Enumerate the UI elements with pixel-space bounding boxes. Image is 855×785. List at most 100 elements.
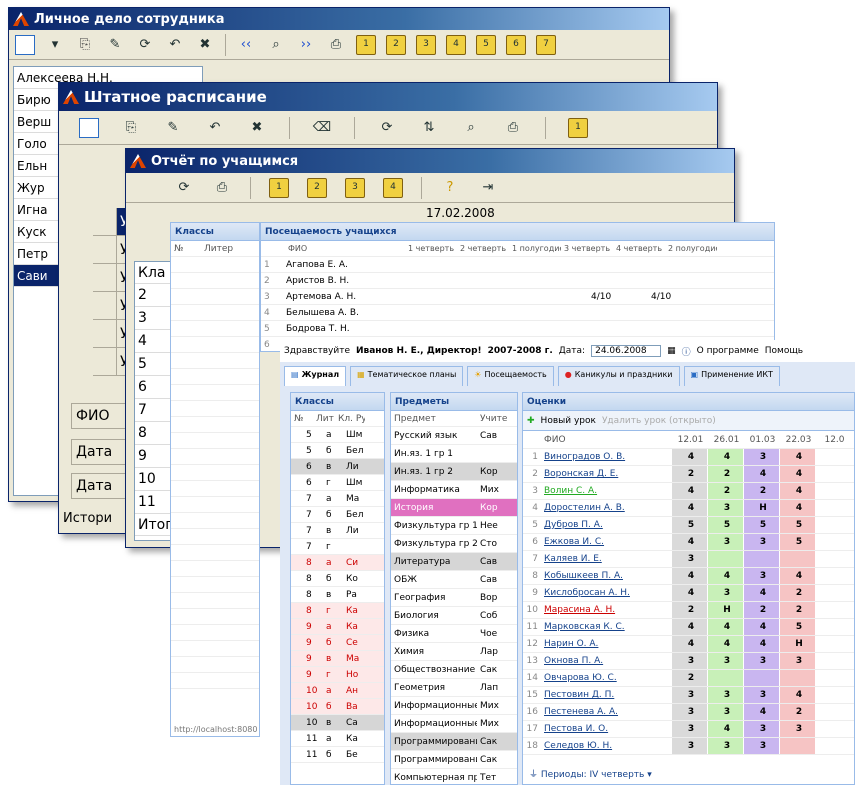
table-row[interactable]: 8 а Си bbox=[291, 555, 384, 571]
table-row[interactable] bbox=[171, 465, 259, 481]
student-name-link[interactable]: Виноградов О. В. bbox=[541, 449, 671, 465]
sort-icon[interactable]: ⇅ bbox=[419, 118, 439, 138]
grade-cell[interactable]: 5 bbox=[671, 517, 707, 533]
table-row[interactable] bbox=[171, 353, 259, 369]
table-row[interactable]: 12 Нарин О. А. 4 4 4 Н bbox=[523, 636, 854, 653]
table-row[interactable]: 9 б Се bbox=[291, 635, 384, 651]
grade-cell[interactable] bbox=[815, 704, 851, 720]
binoculars-icon[interactable]: ⌕ bbox=[461, 118, 481, 138]
refresh-icon[interactable]: ⟳ bbox=[135, 35, 155, 55]
page-icon[interactable]: 1 bbox=[568, 117, 588, 138]
undo-icon[interactable]: ↶ bbox=[165, 35, 185, 55]
grade-cell[interactable]: Н bbox=[707, 602, 743, 618]
table-row[interactable]: Физика Чое bbox=[391, 625, 517, 643]
edit-icon[interactable]: ✎ bbox=[105, 35, 125, 55]
grade-cell[interactable]: 3 bbox=[743, 449, 779, 465]
table-row[interactable] bbox=[171, 673, 259, 689]
new-document-icon[interactable] bbox=[15, 34, 35, 55]
table-row[interactable] bbox=[171, 321, 259, 337]
table-row[interactable] bbox=[171, 657, 259, 673]
table-row[interactable]: Обществознание Сак bbox=[391, 661, 517, 679]
table-row[interactable]: Информационные тМих bbox=[391, 697, 517, 715]
table-row[interactable]: ПрограммированиеСак bbox=[391, 751, 517, 769]
grade-cell[interactable]: 4 bbox=[671, 449, 707, 465]
table-row[interactable] bbox=[171, 273, 259, 289]
grade-cell[interactable]: 4 bbox=[707, 721, 743, 737]
table-row[interactable] bbox=[171, 385, 259, 401]
tab-3[interactable]: ☀ Посещаемость bbox=[467, 366, 554, 386]
student-name-link[interactable]: Марасина А. Н. bbox=[541, 602, 671, 618]
page-icon[interactable]: 4 bbox=[383, 177, 403, 198]
grade-cell[interactable]: 3 bbox=[671, 721, 707, 737]
grade-cell[interactable] bbox=[743, 551, 779, 567]
grade-cell[interactable]: 4 bbox=[743, 704, 779, 720]
table-row[interactable]: Ин.яз. 1 гр 2 Кор bbox=[391, 463, 517, 481]
table-row[interactable] bbox=[171, 593, 259, 609]
grade-cell[interactable] bbox=[815, 653, 851, 669]
grade-cell[interactable] bbox=[815, 449, 851, 465]
table-row[interactable]: Информатика Мих bbox=[391, 481, 517, 499]
table-row[interactable]: Русский язык Сав bbox=[391, 427, 517, 445]
tab-2[interactable]: ▦ Тематическое планы bbox=[350, 366, 464, 386]
student-name-link[interactable]: Пестова И. О. bbox=[541, 721, 671, 737]
table-row[interactable]: Ин.яз. 1 гр 1 bbox=[391, 445, 517, 463]
table-row[interactable]: 2 Аристов В. Н. bbox=[261, 273, 774, 289]
table-row[interactable]: 4 Белышева А. В. bbox=[261, 305, 774, 321]
table-row[interactable]: 16 Пестенева А. А. 3 3 4 2 bbox=[523, 704, 854, 721]
grade-cell[interactable]: 4 bbox=[671, 585, 707, 601]
table-row[interactable]: 7 в Ли bbox=[291, 523, 384, 539]
grade-cell[interactable]: 3 bbox=[671, 653, 707, 669]
page-icon[interactable]: 7 bbox=[536, 34, 556, 55]
grade-cell[interactable]: 5 bbox=[707, 517, 743, 533]
page-icon[interactable]: 5 bbox=[476, 34, 496, 55]
table-row[interactable]: 6 Ежкова И. С. 4 3 3 5 bbox=[523, 534, 854, 551]
delete-lesson-button[interactable]: Удалить урок (открыто) bbox=[602, 416, 716, 426]
delete-icon[interactable]: ✖ bbox=[195, 35, 215, 55]
table-row[interactable]: 4 Доростелин А. В. 4 3 Н 4 bbox=[523, 500, 854, 517]
grade-cell[interactable]: 4 bbox=[779, 466, 815, 482]
table-row[interactable]: 7 Каляев И. Е. 3 bbox=[523, 551, 854, 568]
grade-cell[interactable]: Н bbox=[743, 500, 779, 516]
grade-cell[interactable]: 4 bbox=[743, 636, 779, 652]
page-icon[interactable]: 4 bbox=[446, 34, 466, 55]
student-name-link[interactable]: Воронская Д. Е. bbox=[541, 466, 671, 482]
student-name-link[interactable]: Доростелин А. В. bbox=[541, 500, 671, 516]
student-name-link[interactable]: Кислобросан А. Н. bbox=[541, 585, 671, 601]
table-row[interactable]: 8 б Ко bbox=[291, 571, 384, 587]
grade-cell[interactable]: 3 bbox=[779, 721, 815, 737]
grade-cell[interactable]: 4 bbox=[743, 619, 779, 635]
grade-cell[interactable]: 2 bbox=[707, 466, 743, 482]
table-row[interactable] bbox=[171, 625, 259, 641]
grade-cell[interactable]: 3 bbox=[743, 738, 779, 754]
student-name-link[interactable]: Дубров П. А. bbox=[541, 517, 671, 533]
grade-cell[interactable]: 4 bbox=[707, 568, 743, 584]
student-name-link[interactable]: Селедов Ю. Н. bbox=[541, 738, 671, 754]
grade-cell[interactable] bbox=[779, 738, 815, 754]
print-icon[interactable]: ⎙ bbox=[503, 118, 523, 138]
table-row[interactable]: 1 Виноградов О. В. 4 4 3 4 bbox=[523, 449, 854, 466]
table-row[interactable] bbox=[171, 497, 259, 513]
table-row[interactable]: Геометрия Лап bbox=[391, 679, 517, 697]
undo-icon[interactable]: ↶ bbox=[205, 118, 225, 138]
page-icon[interactable]: 2 bbox=[386, 34, 406, 55]
table-row[interactable]: 9 г Но bbox=[291, 667, 384, 683]
table-row[interactable]: 11 Марковская К. С. 4 4 4 5 bbox=[523, 619, 854, 636]
grade-cell[interactable]: 4 bbox=[671, 534, 707, 550]
grade-cell[interactable]: 2 bbox=[743, 483, 779, 499]
table-row[interactable]: 10 в Са bbox=[291, 715, 384, 731]
grade-cell[interactable]: 3 bbox=[779, 653, 815, 669]
grade-cell[interactable] bbox=[779, 551, 815, 567]
grade-cell[interactable]: 3 bbox=[707, 500, 743, 516]
grade-cell[interactable]: 4 bbox=[779, 449, 815, 465]
grade-cell[interactable]: 4 bbox=[779, 568, 815, 584]
grade-cell[interactable] bbox=[707, 670, 743, 686]
grade-cell[interactable]: 5 bbox=[779, 517, 815, 533]
grade-cell[interactable] bbox=[815, 534, 851, 550]
table-row[interactable] bbox=[171, 449, 259, 465]
student-name-link[interactable]: Марковская К. С. bbox=[541, 619, 671, 635]
grade-cell[interactable]: 3 bbox=[743, 568, 779, 584]
binoculars-icon[interactable]: ⌕ bbox=[266, 35, 286, 55]
grade-cell[interactable] bbox=[815, 619, 851, 635]
table-row[interactable]: Физкультура гр 1 Нее bbox=[391, 517, 517, 535]
table-row[interactable]: 3 Артемова А. Н. 4/10 4/10 bbox=[261, 289, 774, 305]
